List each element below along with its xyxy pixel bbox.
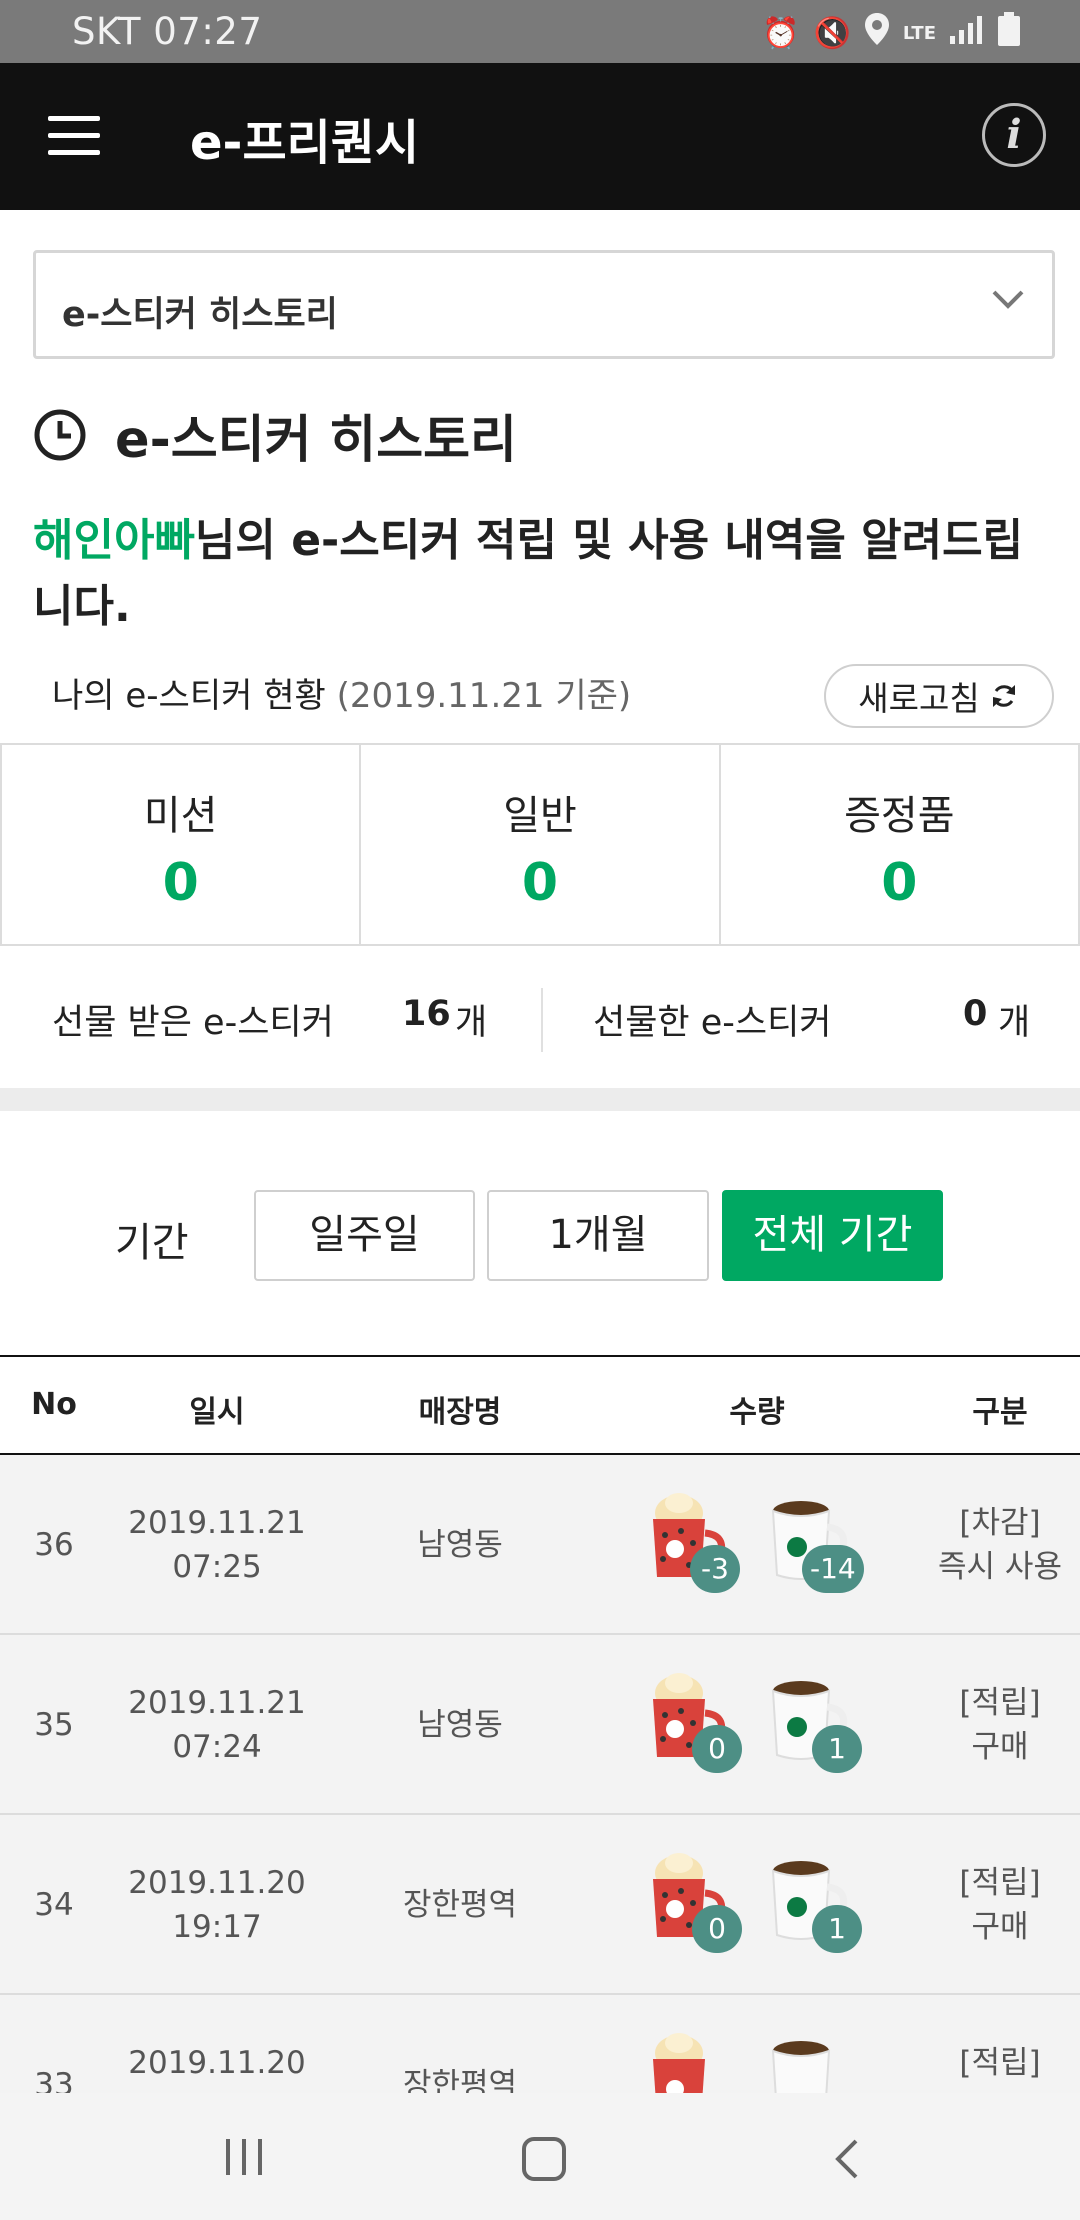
table-header: No 일시 매장명 수량 구분 bbox=[0, 1355, 1080, 1455]
refresh-label: 새로고침 bbox=[858, 679, 980, 718]
row-type-tag: [적립] bbox=[959, 1865, 1041, 1901]
stat-general: 일반 0 bbox=[359, 745, 718, 944]
table-row[interactable]: 36 2019.11.21 07:25 남영동 -3 -14 [차감] 즉시 사용 bbox=[0, 1455, 1080, 1635]
mission-qty-badge: -3 bbox=[690, 1545, 740, 1593]
period-label: 기간 bbox=[115, 1220, 189, 1266]
row-time: 07:25 bbox=[172, 1549, 262, 1585]
status-date: (2019.11.21 기준) bbox=[336, 676, 632, 716]
location-icon bbox=[864, 13, 889, 55]
refresh-icon bbox=[992, 685, 1015, 707]
row-store: 남영동 bbox=[417, 1707, 503, 1743]
gift-received-unit: 개 bbox=[455, 1003, 488, 1043]
lte-indicator: LTE bbox=[902, 23, 936, 44]
mute-icon: 🔇 bbox=[813, 16, 851, 51]
home-icon[interactable] bbox=[520, 2135, 568, 2183]
sticker-status-label: 나의 e-스티커 현황 (2019.11.21 기준) bbox=[52, 668, 631, 717]
refresh-button[interactable]: 새로고침 bbox=[824, 664, 1054, 728]
row-type: [적립] 구매 bbox=[935, 1861, 1065, 1949]
row-type: [적립] bbox=[935, 2041, 1065, 2085]
row-type-label: 즉시 사용 bbox=[938, 1549, 1062, 1585]
hamburger-menu-icon[interactable] bbox=[48, 116, 100, 156]
period-all-button[interactable]: 전체 기간 bbox=[722, 1190, 943, 1281]
row-no: 35 bbox=[34, 1707, 74, 1743]
row-date: 2019.11.21 bbox=[128, 1685, 306, 1721]
row-datetime: 2019.11.20 bbox=[97, 2041, 337, 2085]
user-name: 해인아빠 bbox=[33, 515, 195, 566]
stat-label: 미션 bbox=[143, 793, 218, 839]
gift-sent-count: 0 bbox=[963, 994, 988, 1034]
table-row[interactable]: 35 2019.11.21 07:24 남영동 0 1 [적립] 구매 bbox=[0, 1635, 1080, 1815]
divider bbox=[541, 988, 543, 1052]
stat-gift-item: 증정품 0 bbox=[718, 745, 1080, 944]
general-qty-badge: 1 bbox=[812, 1905, 862, 1953]
row-store: 장한평역 bbox=[402, 1887, 518, 1923]
col-datetime: 일시 bbox=[189, 1395, 245, 1430]
stat-value: 0 bbox=[521, 853, 559, 913]
recent-apps-icon[interactable] bbox=[222, 2135, 266, 2179]
status-time: SKT 07:27 bbox=[72, 10, 263, 53]
stat-mission: 미션 0 bbox=[0, 745, 359, 944]
back-icon[interactable] bbox=[830, 2135, 866, 2183]
row-time: 19:17 bbox=[172, 1909, 262, 1945]
intro-text: 해인아빠님의 e-스티커 적립 및 사용 내역을 알려드립니다. bbox=[33, 508, 1053, 640]
row-datetime: 2019.11.20 19:17 bbox=[97, 1861, 337, 1949]
row-type-label: 구매 bbox=[971, 1909, 1029, 1945]
row-store: 남영동 bbox=[417, 1527, 503, 1563]
signal-icon bbox=[950, 14, 984, 54]
row-no: 36 bbox=[34, 1527, 74, 1563]
gift-received-count: 16 bbox=[402, 994, 451, 1034]
row-date: 2019.11.20 bbox=[128, 2045, 306, 2081]
col-quantity: 수량 bbox=[729, 1395, 785, 1430]
row-date: 2019.11.20 bbox=[128, 1865, 306, 1901]
stat-value: 0 bbox=[162, 853, 199, 913]
status-bar: SKT 07:27 ⏰ 🔇 LTE bbox=[0, 0, 1080, 63]
row-type-tag: [적립] bbox=[959, 1685, 1041, 1721]
section-heading: e-스티커 히스토리 bbox=[33, 400, 517, 470]
row-type-tag: [차감] bbox=[959, 1505, 1041, 1541]
clock-icon bbox=[34, 409, 86, 461]
section-separator bbox=[0, 1088, 1080, 1111]
status-icons: ⏰ 🔇 LTE bbox=[762, 12, 1020, 56]
mission-qty-badge: 0 bbox=[692, 1905, 742, 1953]
period-month-button[interactable]: 1개월 bbox=[487, 1190, 709, 1281]
row-datetime: 2019.11.21 07:25 bbox=[97, 1501, 337, 1589]
mission-qty-badge: 0 bbox=[692, 1725, 742, 1773]
general-qty-badge: -14 bbox=[802, 1545, 864, 1593]
row-type-label: 구매 bbox=[971, 1729, 1029, 1765]
stat-label: 일반 bbox=[503, 793, 577, 839]
row-type: [차감] 즉시 사용 bbox=[935, 1501, 1065, 1589]
app-title: e-프리퀀시 bbox=[190, 115, 420, 171]
status-label: 나의 e-스티커 현황 bbox=[52, 676, 326, 716]
history-type-select[interactable]: e-스티커 히스토리 bbox=[33, 250, 1055, 359]
gift-received-label: 선물 받은 e-스티커 bbox=[52, 1003, 334, 1043]
sticker-stats: 미션 0 일반 0 증정품 0 bbox=[0, 743, 1080, 946]
col-type: 구분 bbox=[972, 1395, 1028, 1430]
row-type: [적립] 구매 bbox=[935, 1681, 1065, 1769]
system-nav-bar bbox=[0, 2093, 1080, 2220]
gift-sent-unit: 개 bbox=[998, 1003, 1031, 1043]
col-store: 매장명 bbox=[418, 1395, 502, 1430]
general-qty-badge: 1 bbox=[812, 1725, 862, 1773]
battery-icon bbox=[998, 12, 1020, 56]
table-row[interactable]: 34 2019.11.20 19:17 장한평역 0 1 [적립] 구매 bbox=[0, 1815, 1080, 1995]
row-no: 34 bbox=[34, 1887, 74, 1923]
period-week-button[interactable]: 일주일 bbox=[254, 1190, 475, 1281]
select-value: e-스티커 히스토리 bbox=[62, 295, 338, 335]
col-no: No bbox=[31, 1387, 77, 1422]
chevron-down-icon bbox=[992, 290, 1024, 309]
row-type-tag: [적립] bbox=[959, 2045, 1041, 2081]
info-icon[interactable]: i bbox=[982, 103, 1046, 167]
stat-label: 증정품 bbox=[844, 793, 955, 839]
page-title: e-스티커 히스토리 bbox=[115, 411, 517, 470]
row-date: 2019.11.21 bbox=[128, 1505, 306, 1541]
gift-sent-label: 선물한 e-스티커 bbox=[593, 1003, 832, 1043]
gift-summary: 선물 받은 e-스티커 16 개 선물한 e-스티커 0 개 bbox=[0, 970, 1080, 1060]
app-bar: e-프리퀀시 i bbox=[0, 63, 1080, 210]
alarm-icon: ⏰ bbox=[762, 16, 800, 51]
row-datetime: 2019.11.21 07:24 bbox=[97, 1681, 337, 1769]
row-time: 07:24 bbox=[172, 1729, 262, 1765]
stat-value: 0 bbox=[881, 853, 918, 913]
